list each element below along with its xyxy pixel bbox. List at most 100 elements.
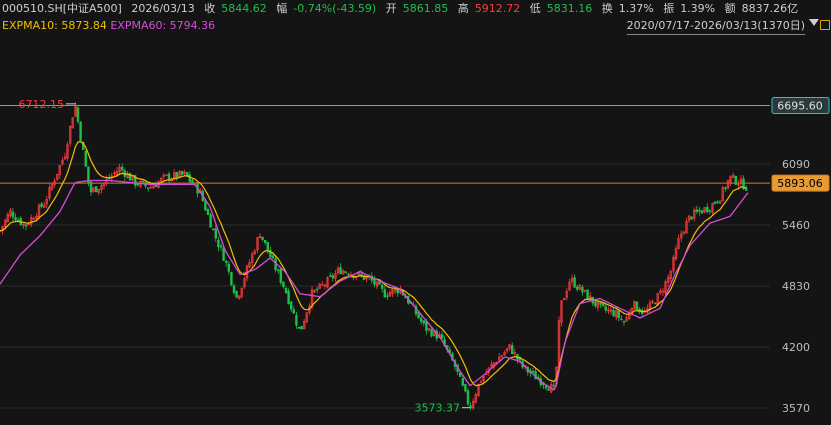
lock-icon[interactable] xyxy=(820,20,830,30)
close-value: 5844.62 xyxy=(221,2,267,15)
candle-body xyxy=(734,175,738,185)
candle-body xyxy=(464,384,467,392)
low-label: 低 xyxy=(529,2,541,15)
y-tick-label: 5460 xyxy=(782,219,810,232)
candle-body xyxy=(713,201,717,204)
candle-body xyxy=(284,288,288,294)
candle-body xyxy=(347,273,350,276)
candle-body xyxy=(225,260,228,263)
candle-body xyxy=(339,267,342,275)
candle-body xyxy=(315,288,319,291)
candle-body xyxy=(419,317,423,322)
candle-body xyxy=(11,211,15,218)
change-value: -0.74%(-43.59) xyxy=(293,2,377,15)
candle-body xyxy=(622,320,626,323)
open-value: 5861.85 xyxy=(402,2,449,15)
candle-body xyxy=(396,289,399,294)
candle-body xyxy=(175,172,178,179)
candle-body xyxy=(297,326,301,329)
candle-body xyxy=(121,166,124,171)
candle-body xyxy=(716,201,719,204)
high-value: 5912.72 xyxy=(474,2,521,15)
candle-body xyxy=(586,289,589,300)
candle-body xyxy=(295,314,298,326)
candle-body xyxy=(232,285,236,294)
candle-body xyxy=(547,388,550,391)
candle-body xyxy=(95,186,98,193)
candle-body xyxy=(344,271,347,273)
candle-body xyxy=(425,321,428,331)
candle-body xyxy=(289,301,293,310)
candle-body xyxy=(599,302,602,305)
volume-label: 额 xyxy=(724,2,736,15)
candle-body xyxy=(230,272,233,286)
candle-body xyxy=(601,303,605,307)
candle-body xyxy=(690,216,693,220)
low-annotation: 3573.37 xyxy=(415,402,461,415)
change-label: 幅 xyxy=(276,2,288,15)
candle-body xyxy=(386,295,389,297)
candle-body xyxy=(287,290,290,305)
price-tag-label: 5893.06 xyxy=(777,177,823,190)
candle-body xyxy=(552,384,556,387)
amplitude-value: 1.39% xyxy=(680,2,716,15)
candle-body xyxy=(188,174,191,182)
candle-body xyxy=(620,318,623,321)
candle-body xyxy=(531,371,535,373)
candle-body xyxy=(373,278,376,285)
turnover-label: 换 xyxy=(601,2,613,15)
turnover-value: 1.37% xyxy=(618,2,654,15)
candle-body xyxy=(300,326,303,330)
candle-body xyxy=(79,121,82,141)
candle-body xyxy=(328,275,332,277)
indicator-row: EXPMA10: 5873.84 EXPMA60: 5794.36 xyxy=(2,18,215,34)
candle-body xyxy=(227,263,230,272)
candle-body xyxy=(167,173,171,181)
candle-body xyxy=(222,247,225,262)
candle-body xyxy=(40,203,43,207)
candle-body xyxy=(76,107,80,122)
candle-body xyxy=(695,209,699,213)
candle-body xyxy=(261,236,264,240)
candle-body xyxy=(266,242,269,252)
candle-body xyxy=(147,187,150,189)
candle-body xyxy=(581,286,584,293)
candle-body xyxy=(698,209,701,212)
amplitude-label: 振 xyxy=(663,2,675,15)
volume-value: 8837.26亿 xyxy=(741,2,799,15)
candle-body xyxy=(653,302,657,305)
candle-body xyxy=(360,273,363,276)
candle-body xyxy=(724,187,727,190)
y-tick-label: 4830 xyxy=(782,280,810,293)
low-value: 5831.16 xyxy=(546,2,593,15)
candle-body xyxy=(14,217,17,221)
candle-body xyxy=(206,209,210,215)
candle-body xyxy=(575,286,579,290)
candle-body xyxy=(331,275,334,279)
chart-panel: 000510.SH[中证A500] 2026/03/13 收 5844.62 幅-… xyxy=(0,0,831,425)
candle-body xyxy=(422,320,425,324)
high-label: 高 xyxy=(457,2,469,15)
candle-body xyxy=(89,181,93,193)
y-axis: 6090 5460 4830 4200 3570 xyxy=(782,158,810,415)
candle-body xyxy=(440,334,444,339)
candle-body xyxy=(380,284,384,289)
candle-body xyxy=(635,302,639,311)
y-tick-label: 3570 xyxy=(782,402,810,415)
candle-body xyxy=(292,309,295,314)
candle-body xyxy=(191,179,194,185)
candle-body xyxy=(705,206,709,213)
reference-lines: 6695.60 5893.06 xyxy=(0,96,830,192)
candle-body xyxy=(700,210,704,214)
candle-body xyxy=(154,184,158,187)
quote-date: 2026/03/13 xyxy=(131,2,195,15)
open-label: 开 xyxy=(385,2,397,15)
date-range-selector[interactable]: 2020/07/17-2026/03/13(1370日) xyxy=(626,18,805,35)
candle-body xyxy=(219,245,223,248)
quote-header: 000510.SH[中证A500] 2026/03/13 收 5844.62 幅-… xyxy=(2,0,804,18)
candlestick-chart: 6695.60 5893.06 6090 5460 4830 4200 3570 6712… xyxy=(0,96,830,415)
candle-body xyxy=(276,269,280,272)
candle-body xyxy=(204,200,207,211)
candle-body xyxy=(744,187,748,191)
dropdown-arrow-icon[interactable] xyxy=(809,19,819,26)
